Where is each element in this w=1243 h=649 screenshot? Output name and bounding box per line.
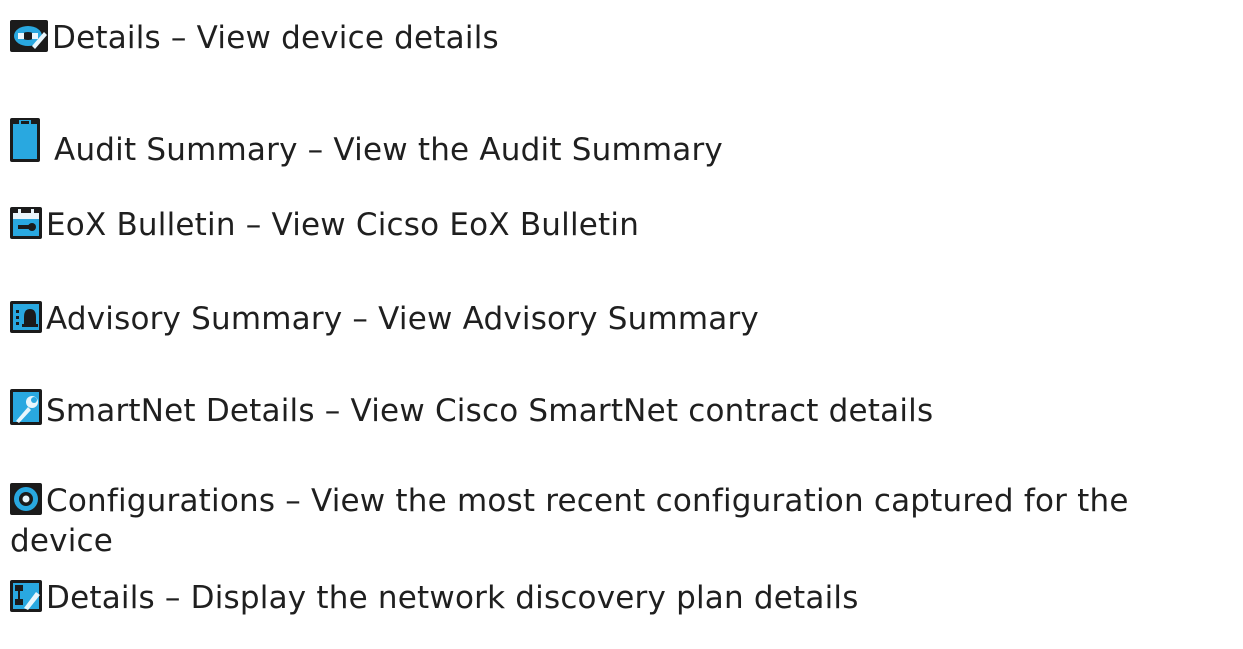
list-item: Configurations – View the most recent co… xyxy=(10,481,1233,561)
item-text: Advisory Summary – View Advisory Summary xyxy=(46,301,759,337)
list-item: SmartNet Details – View Cisco SmartNet c… xyxy=(10,389,1233,431)
eye-icon xyxy=(10,483,42,515)
list-item: Details – Display the network discovery … xyxy=(10,578,1233,618)
item-text: Configurations – View the most recent co… xyxy=(10,483,1129,559)
item-text: Details – Display the network discovery … xyxy=(46,580,859,616)
wrench-icon xyxy=(10,389,42,425)
document: Details – View device details Audit Summ… xyxy=(0,0,1243,649)
list-item: Audit Summary – View the Audit Summary xyxy=(10,118,1233,170)
clipboard-icon xyxy=(10,118,40,162)
network-plan-edit-icon xyxy=(10,580,42,612)
item-text: EoX Bulletin – View Cicso EoX Bulletin xyxy=(46,207,640,243)
list-item: Details – View device details xyxy=(10,18,1233,58)
item-text: SmartNet Details – View Cisco SmartNet c… xyxy=(46,393,934,429)
item-text: Audit Summary – View the Audit Summary xyxy=(44,132,723,168)
device-details-icon xyxy=(10,20,48,52)
calendar-wrench-icon xyxy=(10,207,42,239)
item-text: Details – View device details xyxy=(52,20,499,56)
bell-list-icon xyxy=(10,301,42,333)
list-item: Advisory Summary – View Advisory Summary xyxy=(10,299,1233,339)
list-item: EoX Bulletin – View Cicso EoX Bulletin xyxy=(10,205,1233,245)
